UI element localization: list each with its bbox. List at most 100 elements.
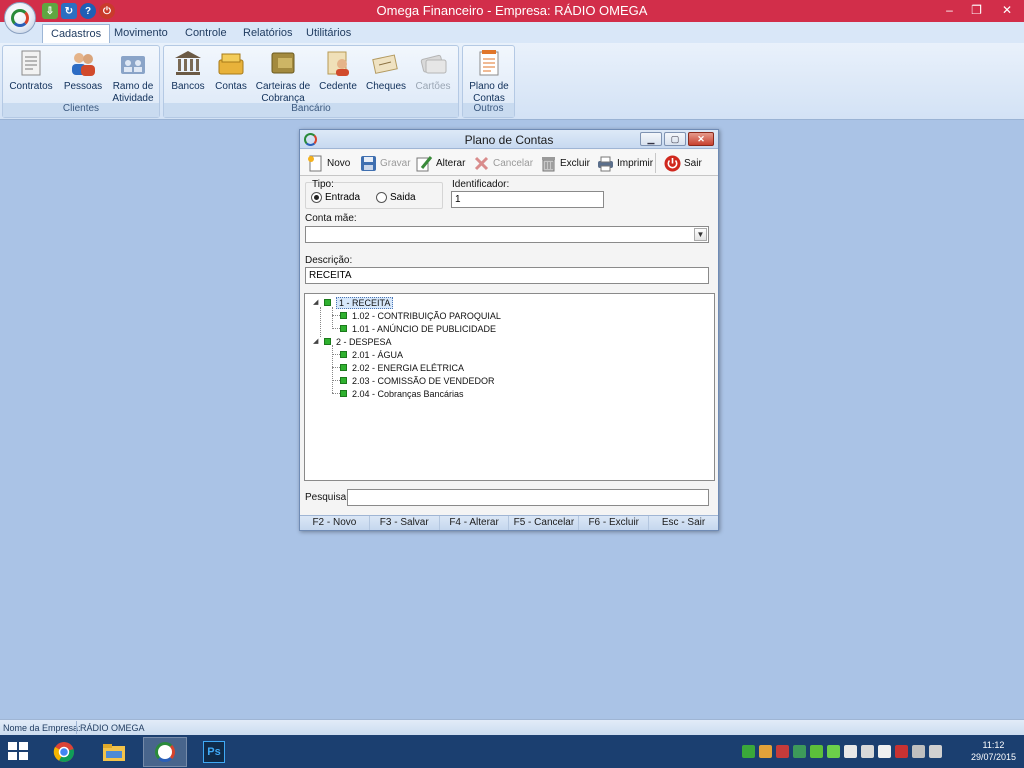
accounts-tree[interactable]: ◢ 1 - RECEITA 1.02 - CONTRIBUIÇÃO PAROQU… — [304, 293, 715, 481]
pesquisa-label: Pesquisa: — [305, 492, 349, 503]
dialog-maximize-button[interactable]: ▢ — [664, 132, 686, 146]
cartoes-button[interactable]: Cartões — [412, 48, 454, 93]
descricao-label: Descrição: — [305, 255, 353, 266]
dialog-close-button[interactable]: ✕ — [688, 132, 714, 146]
taskbar: Ps 11:12 29/07/2015 — [0, 735, 1024, 768]
tray-security-icon[interactable] — [776, 745, 789, 758]
alterar-button[interactable]: Alterar — [416, 153, 465, 173]
accounts-icon — [216, 48, 246, 78]
cancel-icon — [473, 155, 490, 172]
tree-node-child[interactable]: 2.03 - COMISSÃO DE VENDEDOR — [340, 374, 495, 387]
chevron-down-icon[interactable]: ▼ — [694, 228, 707, 241]
ribbon-group-bancario: Bancos Contas Carteiras de Cobrança Cede… — [163, 45, 459, 118]
shortcut-f2: F2 - Novo — [300, 516, 370, 530]
tree-node-child[interactable]: 2.02 - ENERGIA ELÉTRICA — [340, 361, 464, 374]
gravar-button[interactable]: Gravar — [360, 153, 411, 173]
trash-icon — [540, 155, 557, 172]
ribbon-tab-bar: Cadastros Movimento Controle Relatórios … — [0, 22, 1024, 43]
window-title: Omega Financeiro - Empresa: RÁDIO OMEGA — [376, 3, 648, 18]
tree-connector — [332, 367, 340, 368]
tray-update-icon[interactable] — [810, 745, 823, 758]
novo-button[interactable]: Novo — [307, 153, 350, 173]
chart-of-accounts-icon — [474, 48, 504, 78]
sair-button[interactable]: Sair — [664, 153, 702, 173]
tree-node-child[interactable]: 2.04 - Cobranças Bancárias — [340, 387, 464, 400]
chrome-icon — [53, 742, 75, 762]
company-name-value: RÁDIO OMEGA — [80, 723, 145, 733]
tree-node-child[interactable]: 2.01 - ÁGUA — [340, 348, 403, 361]
pesquisa-input[interactable] — [347, 489, 709, 506]
tab-cadastros[interactable]: Cadastros — [42, 24, 111, 43]
conta-mae-label: Conta mãe: — [305, 213, 357, 224]
taskbar-photoshop[interactable]: Ps — [192, 737, 236, 767]
dialog-minimize-button[interactable]: ▁ — [640, 132, 662, 146]
assignor-icon — [323, 48, 353, 78]
start-button[interactable] — [8, 742, 30, 762]
contas-button[interactable]: Contas — [212, 48, 250, 93]
collapse-icon[interactable]: ◢ — [313, 337, 318, 345]
cedente-button[interactable]: Cedente — [316, 48, 360, 93]
tray-app-icon[interactable] — [759, 745, 772, 758]
tab-movimento[interactable]: Movimento — [106, 24, 176, 43]
omega-financeiro-icon — [155, 742, 175, 762]
taskbar-chrome[interactable] — [42, 737, 86, 767]
company-name-label: Nome da Empresa: — [3, 723, 81, 733]
tab-relatorios[interactable]: Relatórios — [235, 24, 301, 43]
volume-icon[interactable] — [929, 745, 942, 758]
tab-controle[interactable]: Controle — [177, 24, 235, 43]
conta-mae-select[interactable]: ▼ — [305, 226, 709, 243]
shortcut-f5: F5 - Cancelar — [509, 516, 580, 530]
network-icon[interactable] — [912, 745, 925, 758]
ramo-de-atividade-button[interactable]: Ramo de Atividade — [109, 48, 157, 105]
taskbar-clock[interactable]: 11:12 29/07/2015 — [971, 739, 1016, 763]
tree-node-icon — [340, 377, 347, 384]
excluir-button[interactable]: Excluir — [540, 153, 590, 173]
tray-usb-icon[interactable] — [861, 745, 874, 758]
cloud-icon[interactable] — [878, 745, 891, 758]
tray-green-icon[interactable] — [827, 745, 840, 758]
close-button[interactable]: ✕ — [990, 0, 1024, 20]
tab-utilitarios[interactable]: Utilitários — [298, 24, 359, 43]
tray-network-app-icon[interactable] — [793, 745, 806, 758]
restore-button[interactable]: ❐ — [963, 0, 990, 20]
tree-node-icon — [324, 299, 331, 306]
new-document-icon — [307, 155, 324, 172]
group-label-clientes: Clientes — [3, 103, 159, 117]
sync-ok-icon[interactable] — [742, 745, 755, 758]
printer-icon — [597, 155, 614, 172]
identificador-input[interactable]: 1 — [451, 191, 604, 208]
taskbar-omega-financeiro[interactable] — [143, 737, 187, 767]
carteiras-de-cobranca-button[interactable]: Carteiras de Cobrança — [254, 48, 312, 105]
imprimir-button[interactable]: Imprimir — [597, 153, 653, 173]
minimize-button[interactable]: ‒ — [936, 0, 963, 20]
contratos-button[interactable]: Contratos — [9, 48, 53, 93]
tree-node-receita[interactable]: 1 - RECEITA — [324, 296, 394, 309]
radio-entrada[interactable]: Entrada — [311, 192, 360, 203]
plano-de-contas-button[interactable]: Plano de Contas — [466, 48, 512, 105]
identificador-label: Identificador: — [452, 179, 510, 190]
tray-error-icon[interactable] — [895, 745, 908, 758]
edit-icon — [416, 155, 433, 172]
bancos-button[interactable]: Bancos — [168, 48, 208, 93]
cheques-button[interactable]: Cheques — [364, 48, 408, 93]
tree-node-child[interactable]: 1.01 - ANÚNCIO DE PUBLICIDADE — [340, 322, 496, 335]
descricao-input[interactable]: RECEITA — [305, 267, 709, 284]
tray-drive-icon[interactable] — [844, 745, 857, 758]
plano-de-contas-dialog: Plano de Contas ▁ ▢ ✕ Novo Gravar Altera… — [299, 129, 719, 531]
cancelar-button[interactable]: Cancelar — [473, 153, 533, 173]
status-separator — [76, 721, 77, 734]
application-menu-button[interactable] — [4, 2, 36, 34]
title-bar: ⇩ ↻ ? ⏻ Omega Financeiro - Empresa: RÁDI… — [0, 0, 1024, 22]
taskbar-file-explorer[interactable] — [92, 737, 136, 767]
tree-connector — [332, 315, 340, 316]
file-explorer-icon — [103, 744, 125, 761]
shortcut-f4: F4 - Alterar — [440, 516, 510, 530]
tree-node-child[interactable]: 1.02 - CONTRIBUIÇÃO PAROQUIAL — [340, 309, 501, 322]
pessoas-button[interactable]: Pessoas — [61, 48, 105, 93]
collapse-icon[interactable]: ◢ — [313, 298, 318, 306]
cards-icon — [418, 48, 448, 78]
tree-node-despesa[interactable]: 2 - DESPESA — [324, 335, 392, 348]
radio-saida[interactable]: Saida — [376, 192, 416, 203]
dialog-title-bar: Plano de Contas ▁ ▢ ✕ — [300, 130, 718, 149]
clock-date: 29/07/2015 — [970, 752, 1016, 762]
